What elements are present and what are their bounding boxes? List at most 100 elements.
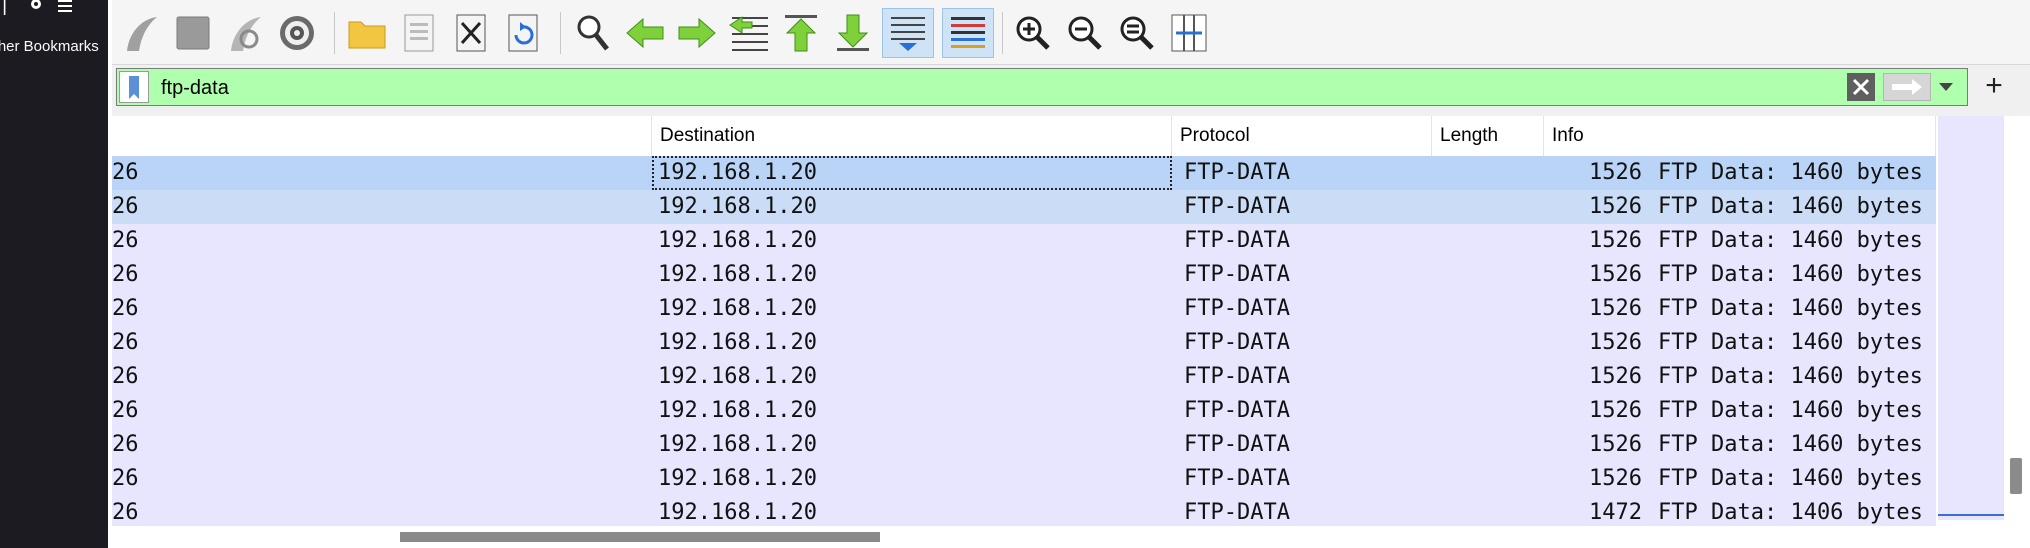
packet-destination-cell: 192.168.1.20 [658, 500, 817, 525]
packet-list: Destination Protocol Length Info 26 192.1… [112, 116, 1936, 526]
packet-row[interactable]: 26 192.168.1.20 FTP-DATA 1526 FTP Data: 1460… [112, 394, 1936, 428]
packet-info-cell: FTP Data: 1460 bytes (PASV) (S [1658, 466, 1936, 491]
packet-length-cell: 1526 [1589, 398, 1642, 423]
packet-protocol-cell: FTP-DATA [1184, 398, 1290, 423]
normal-size-icon[interactable] [1114, 8, 1160, 58]
packet-row[interactable]: 26 192.168.1.20 FTP-DATA 1526 FTP Data: 1460… [112, 462, 1936, 496]
other-bookmarks-link[interactable]: Other Bookmarks [0, 38, 108, 55]
add-filter-button[interactable]: + [1974, 68, 2014, 106]
packet-length-cell: 1526 [1589, 330, 1642, 355]
packet-source-cell: 26 [112, 466, 139, 491]
packet-info-cell: FTP Data: 1460 bytes (PASV) (S [1658, 160, 1936, 185]
packet-source-cell: 26 [112, 228, 139, 253]
zoom-in-icon[interactable] [1010, 8, 1056, 58]
colorize-icon[interactable] [942, 8, 994, 58]
packet-row[interactable]: 26 192.168.1.20 FTP-DATA 1526 FTP Data: 1460… [112, 360, 1936, 394]
find-packet-icon[interactable] [570, 8, 616, 58]
packet-destination-cell: 192.168.1.20 [658, 262, 817, 287]
packet-protocol-cell: FTP-DATA [1184, 364, 1290, 389]
packet-row[interactable]: 26 192.168.1.20 FTP-DATA 1526 FTP Data: 1460… [112, 224, 1936, 258]
save-file-icon[interactable] [396, 8, 442, 58]
extension-icon[interactable] [28, 0, 44, 15]
capture-options-icon[interactable] [274, 8, 320, 58]
start-capture-icon[interactable] [118, 8, 164, 58]
packet-row[interactable]: 26 192.168.1.20 FTP-DATA 1526 FTP Data: 1460… [112, 326, 1936, 360]
packet-protocol-cell: FTP-DATA [1184, 160, 1290, 185]
packet-protocol-cell: FTP-DATA [1184, 194, 1290, 219]
wireshark-window: ftp-data + Destination Protocol Length I… [112, 0, 2030, 548]
packet-info-cell: FTP Data: 1460 bytes (PASV) (S [1658, 330, 1936, 355]
packet-source-cell: 26 [112, 432, 139, 457]
close-file-icon[interactable] [448, 8, 494, 58]
packet-info-cell: FTP Data: 1460 bytes (PASV) (S [1658, 364, 1936, 389]
packet-source-cell: 26 [112, 500, 139, 525]
column-header-protocol[interactable]: Protocol [1172, 116, 1432, 156]
packet-length-cell: 1526 [1589, 364, 1642, 389]
packet-length-cell: 1526 [1589, 262, 1642, 287]
hamburger-icon[interactable] [58, 0, 72, 15]
packet-destination-cell: 192.168.1.20 [658, 432, 817, 457]
packet-info-cell: FTP Data: 1460 bytes (PASV) (S [1658, 398, 1936, 423]
go-back-icon[interactable] [622, 8, 668, 58]
zoom-out-icon[interactable] [1062, 8, 1108, 58]
apply-filter-button[interactable] [1883, 73, 1931, 101]
packet-length-cell: 1526 [1589, 194, 1642, 219]
go-forward-icon[interactable] [674, 8, 720, 58]
packet-row[interactable]: 26 192.168.1.20 FTP-DATA 1472 FTP Data: 1406… [112, 496, 1936, 526]
packet-row[interactable]: 26 192.168.1.20 FTP-DATA 1526 FTP Data: 1460… [112, 258, 1936, 292]
packet-destination-cell: 192.168.1.20 [652, 156, 1172, 190]
first-packet-icon[interactable] [778, 8, 824, 58]
packet-destination-cell: 192.168.1.20 [658, 398, 817, 423]
last-packet-icon[interactable] [830, 8, 876, 58]
packet-source-cell: 26 [112, 330, 139, 355]
arrow-right-icon [1892, 79, 1922, 95]
packet-length-cell: 1526 [1589, 160, 1642, 185]
filter-bookmark-button[interactable] [119, 71, 149, 103]
restart-capture-icon[interactable] [222, 8, 268, 58]
packet-length-cell: 1526 [1589, 466, 1642, 491]
packet-protocol-cell: FTP-DATA [1184, 432, 1290, 457]
horizontal-scroll-thumb[interactable] [400, 532, 880, 542]
packet-info-cell: FTP Data: 1460 bytes (PASV) (S [1658, 262, 1936, 287]
vertical-scroll-thumb[interactable] [2010, 458, 2022, 494]
horizontal-scrollbar[interactable] [112, 526, 2030, 548]
chevron-down-icon[interactable] [1939, 83, 1953, 91]
packet-source-cell: 26 [112, 296, 139, 321]
packet-source-cell: 26 [112, 262, 139, 287]
packet-row[interactable]: 26 192.168.1.20 FTP-DATA 1526 FTP Data: 1460… [112, 190, 1936, 224]
packet-protocol-cell: FTP-DATA [1184, 466, 1290, 491]
packet-minimap-scrollbar[interactable] [1936, 116, 2030, 526]
go-to-packet-icon[interactable] [726, 8, 772, 58]
packet-length-cell: 1472 [1589, 500, 1642, 525]
packet-row[interactable]: 26 192.168.1.20 FTP-DATA 1526 FTP Data: 1460… [112, 156, 1936, 190]
toolbar-separator [334, 12, 335, 54]
packet-length-cell: 1526 [1589, 296, 1642, 321]
packet-row[interactable]: 26 192.168.1.20 FTP-DATA 1526 FTP Data: 1460… [112, 428, 1936, 462]
column-header-source[interactable] [112, 116, 652, 156]
display-filter-input[interactable]: ftp-data [161, 77, 229, 100]
packet-destination-cell: 192.168.1.20 [658, 466, 817, 491]
packet-destination-cell: 192.168.1.20 [658, 296, 817, 321]
column-header-destination[interactable]: Destination [652, 116, 1172, 156]
clear-filter-button[interactable] [1847, 73, 1875, 101]
column-header-length[interactable]: Length [1432, 116, 1544, 156]
stop-capture-icon[interactable] [170, 8, 216, 58]
packet-protocol-cell: FTP-DATA [1184, 500, 1290, 525]
packet-source-cell: 26 [112, 160, 139, 185]
packet-destination-cell: 192.168.1.20 [658, 330, 817, 355]
reload-file-icon[interactable] [500, 8, 546, 58]
open-file-icon[interactable] [344, 8, 390, 58]
packet-source-cell: 26 [112, 398, 139, 423]
packet-row[interactable]: 26 192.168.1.20 FTP-DATA 1526 FTP Data: 1460… [112, 292, 1936, 326]
autoscroll-icon[interactable] [882, 8, 934, 58]
column-header-info[interactable]: Info [1544, 116, 1936, 156]
packet-info-cell: FTP Data: 1460 bytes (PASV) (S [1658, 432, 1936, 457]
toolbar-separator [560, 12, 561, 54]
packet-protocol-cell: FTP-DATA [1184, 228, 1290, 253]
browser-sidebar: ▏ Other Bookmarks [0, 0, 108, 548]
main-toolbar [112, 0, 2030, 65]
bookmark-icon [129, 76, 139, 99]
packet-info-cell: FTP Data: 1460 bytes (PASV) (S [1658, 296, 1936, 321]
packet-length-cell: 1526 [1589, 432, 1642, 457]
resize-columns-icon[interactable] [1166, 8, 1212, 58]
